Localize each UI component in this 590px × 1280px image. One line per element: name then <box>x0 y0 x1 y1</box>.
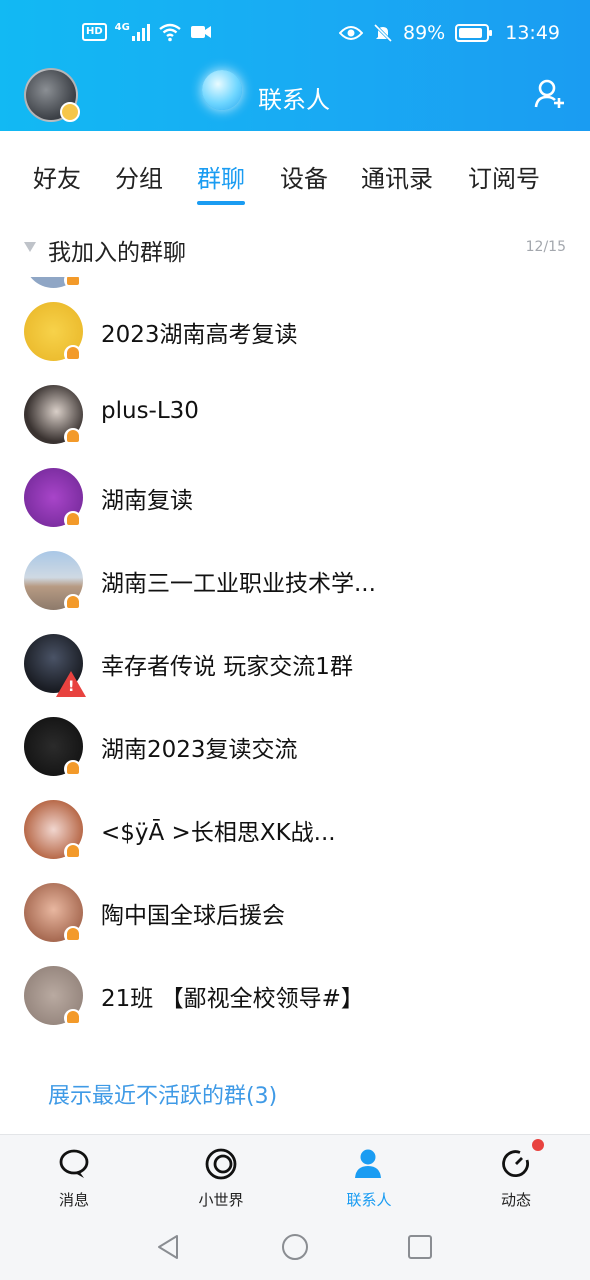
video-camera-icon <box>190 26 211 38</box>
list-item-partial[interactable] <box>0 277 590 289</box>
network-type: 4G <box>114 22 130 33</box>
mute-bell-icon <box>64 926 82 944</box>
list-item[interactable]: <$ÿĀ >长相思XK战... <box>0 787 590 870</box>
nav-label: 消息 <box>58 1191 89 1209</box>
contacts-icon <box>355 1149 381 1178</box>
back-icon[interactable] <box>155 1233 181 1261</box>
my-avatar[interactable] <box>24 68 80 122</box>
mute-bell-icon <box>64 1009 82 1027</box>
list-item[interactable]: plus-L30 <box>0 372 590 455</box>
top-bar: HD 4G 89% 13:49 联系人 <box>0 0 590 131</box>
list-item[interactable]: 21班 【鄙视全校领导#】 <box>0 953 590 1036</box>
tab-group-chats[interactable]: 群聊 <box>197 159 245 205</box>
clock: 13:49 <box>505 22 560 44</box>
group-name: 湖南复读 <box>101 488 193 514</box>
group-name: 陶中国全球后援会 <box>101 903 285 929</box>
list-item[interactable]: 2023湖南高考复读 <box>0 289 590 372</box>
warning-icon: ! <box>56 671 86 697</box>
mute-bell-icon <box>64 760 82 778</box>
group-name: <$ÿĀ >长相思XK战... <box>101 820 336 846</box>
tab-address-book[interactable]: 通讯录 <box>361 159 433 194</box>
mute-bell-icon <box>64 345 82 363</box>
tab-friends[interactable]: 好友 <box>33 159 81 194</box>
moments-icon <box>502 1150 529 1178</box>
contact-tabs: 好友 分组 群聊 设备 通讯录 订阅号 <box>0 131 590 215</box>
cellular-signal-icon: 4G <box>115 23 150 41</box>
group-name: 幸存者传说 玩家交流1群 <box>101 654 353 680</box>
battery-icon <box>455 24 493 42</box>
mute-bell-icon <box>64 511 82 529</box>
eye-icon <box>339 26 363 40</box>
section-title: 我加入的群聊 <box>48 240 186 266</box>
section-count: 12/15 <box>525 239 566 255</box>
collapse-triangle-icon <box>24 242 36 252</box>
status-bar: HD 4G 89% 13:49 <box>0 20 590 50</box>
joined-groups-header[interactable]: 我加入的群聊 12/15 <box>0 215 590 277</box>
add-friend-icon[interactable] <box>534 78 566 110</box>
notification-dot <box>532 1139 544 1151</box>
mute-bell-icon <box>64 277 82 289</box>
system-nav-bar <box>0 1214 590 1280</box>
mute-bell-icon <box>64 843 82 861</box>
list-item[interactable]: 湖南三一工业职业技术学... <box>0 538 590 621</box>
group-name: 21班 【鄙视全校领导#】 <box>101 986 364 1012</box>
list-item[interactable]: 湖南复读 <box>0 455 590 538</box>
page-title: 联系人 <box>258 86 330 114</box>
mute-notification-icon <box>373 23 393 43</box>
nav-label: 动态 <box>500 1191 531 1209</box>
hd-indicator: HD <box>82 23 107 41</box>
battery-fill <box>459 28 483 38</box>
message-icon <box>59 1149 89 1178</box>
tab-devices[interactable]: 设备 <box>280 159 328 194</box>
qq-orb-icon[interactable] <box>202 70 242 110</box>
list-item[interactable]: 湖南2023复读交流 <box>0 704 590 787</box>
home-icon[interactable] <box>281 1233 309 1261</box>
nav-label: 小世界 <box>198 1191 244 1209</box>
battery-percent: 89% <box>403 22 446 44</box>
show-inactive-groups-link[interactable]: 展示最近不活跃的群(3) <box>48 1078 277 1110</box>
world-icon <box>205 1148 237 1180</box>
tab-groups[interactable]: 分组 <box>115 159 163 194</box>
wifi-icon <box>159 23 181 42</box>
nav-messages[interactable]: 消息 <box>34 1147 114 1210</box>
tab-subscriptions[interactable]: 订阅号 <box>468 159 540 194</box>
group-name: 2023湖南高考复读 <box>101 322 298 348</box>
group-name: 湖南三一工业职业技术学... <box>101 571 376 597</box>
nav-moments[interactable]: 动态 <box>476 1147 556 1210</box>
mute-bell-icon <box>64 428 82 446</box>
mute-bell-icon <box>64 594 82 612</box>
status-badge <box>60 102 80 122</box>
bottom-nav: 消息 小世界 联系人 动态 <box>0 1134 590 1214</box>
list-item[interactable]: 陶中国全球后援会 <box>0 870 590 953</box>
nav-contacts[interactable]: 联系人 <box>329 1147 409 1210</box>
nav-world[interactable]: 小世界 <box>181 1147 261 1210</box>
recents-icon[interactable] <box>407 1234 433 1260</box>
group-name: plus-L30 <box>101 398 199 424</box>
list-item[interactable]: ! 幸存者传说 玩家交流1群 <box>0 621 590 704</box>
group-list: 2023湖南高考复读 plus-L30 湖南复读 湖南三一工业职业技术学... … <box>0 277 590 1057</box>
group-name: 湖南2023复读交流 <box>101 737 298 763</box>
nav-label: 联系人 <box>346 1191 392 1209</box>
